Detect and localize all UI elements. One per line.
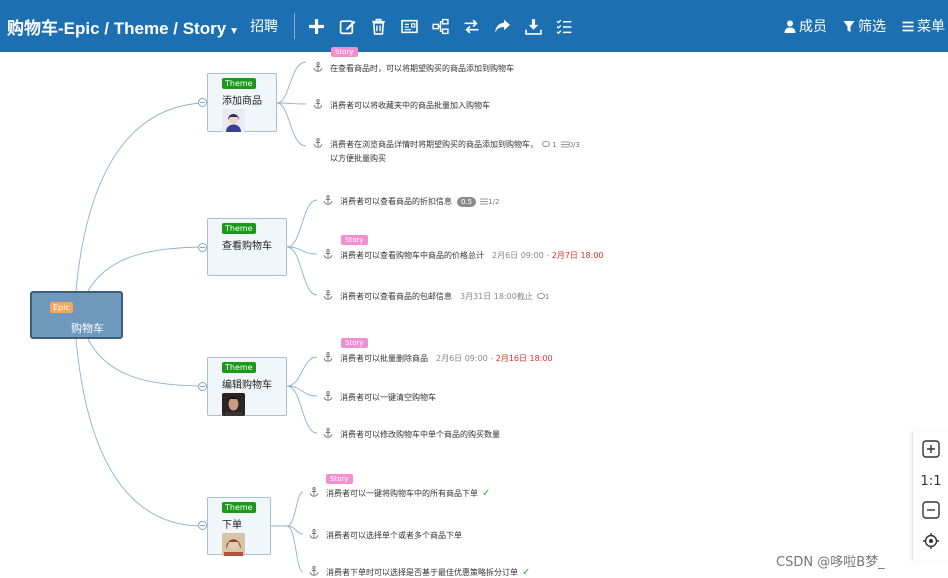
story-item[interactable]: 消费者可以查看商品的折扣信息 0.5 1/2: [323, 195, 499, 209]
story-item[interactable]: 消费者可以将收藏夹中的商品批量加入购物车: [313, 99, 490, 112]
zoom-controls: 1:1: [912, 431, 948, 561]
comment-count: 1: [542, 141, 557, 149]
collapse-toggle[interactable]: [198, 382, 207, 391]
top-toolbar: 购物车-Epic / Theme / Story ▼ 招聘 成员 筛选 菜单: [0, 0, 948, 52]
menu-button[interactable]: 菜单: [902, 16, 945, 36]
anchor-icon: [323, 249, 333, 259]
right-menu: 成员 筛选 菜单: [784, 0, 948, 52]
story-item[interactable]: 消费者可以一键清空购物车: [323, 391, 436, 404]
story-item[interactable]: 消费者下单时可以选择是否基于最佳优惠策略拆分订单 ✓: [309, 566, 530, 578]
anchor-icon: [313, 99, 323, 109]
zoom-in-icon[interactable]: [921, 439, 941, 459]
members-button[interactable]: 成员: [784, 16, 827, 36]
date-range: 2月6日 09:00 - 2月7日 18:00: [492, 251, 604, 260]
avatar[interactable]: [222, 109, 245, 132]
story-item[interactable]: 消费者可以查看商品的包邮信息 3月31日 18:00截止 1: [323, 290, 549, 304]
theme-node[interactable]: Theme 编辑购物车: [207, 357, 287, 416]
zoom-reset-button[interactable]: 1:1: [921, 471, 942, 491]
theme-label: 编辑购物车: [222, 380, 272, 391]
theme-tag: Theme: [222, 362, 256, 373]
avatar[interactable]: [222, 533, 245, 556]
story-item[interactable]: 消费者可以修改购物车中单个商品的购买数量: [323, 428, 500, 441]
story-item[interactable]: 消费者可以一键将购物车中的所有商品下单 ✓: [309, 487, 490, 500]
filter-button[interactable]: 筛选: [843, 16, 886, 36]
comment-count: 1: [536, 293, 549, 301]
done-check-icon: ✓: [522, 567, 531, 578]
comment-icon: [536, 293, 545, 299]
edit-icon[interactable]: [332, 11, 363, 41]
theme-label: 查看购物车: [222, 241, 272, 252]
story-tag: Story: [326, 474, 353, 484]
checklist-icon[interactable]: [549, 11, 580, 41]
watermark: CSDN @哆啦B梦_: [776, 555, 885, 570]
theme-node[interactable]: Theme 添加商品: [207, 73, 277, 132]
anchor-icon: [323, 391, 333, 401]
anchor-icon: [309, 487, 319, 497]
theme-label: 添加商品: [222, 96, 262, 107]
epic-tag: Epic: [50, 302, 73, 313]
anchor-icon: [309, 529, 319, 539]
board-title[interactable]: 购物车-Epic / Theme / Story ▼: [7, 14, 239, 39]
done-check-icon: ✓: [482, 488, 491, 499]
locate-center-icon[interactable]: [921, 531, 941, 551]
theme-label: 下单: [222, 520, 242, 531]
list-icon: [480, 198, 489, 205]
hire-link[interactable]: 招聘: [250, 16, 278, 36]
anchor-icon: [323, 290, 333, 300]
tool-group: [301, 11, 580, 41]
story-item[interactable]: 在查看商品时，可以将期望购买的商品添加到购物车: [313, 62, 514, 75]
epic-node[interactable]: Epic 购物车: [30, 291, 123, 339]
comment-icon: [542, 141, 550, 147]
checklist-count: 1/2: [480, 198, 499, 206]
filter-icon: [843, 20, 855, 32]
story-tag: Story: [341, 338, 368, 348]
theme-tag: Theme: [222, 502, 256, 513]
story-item[interactable]: 消费者可以查看购物车中商品的价格总计 2月6日 09:00 - 2月7日 18:0…: [323, 249, 604, 262]
zoom-out-icon[interactable]: [921, 500, 941, 520]
anchor-icon: [313, 62, 323, 72]
hamburger-icon: [902, 21, 914, 31]
story-tag: Story: [341, 235, 368, 245]
anchor-icon: [313, 138, 323, 148]
collapse-toggle[interactable]: [198, 521, 207, 530]
card-view-icon[interactable]: [394, 11, 425, 41]
collapse-toggle[interactable]: [198, 243, 207, 252]
checklist-count: 0/3: [560, 141, 580, 149]
story-item[interactable]: 消费者可以选择单个或者多个商品下单: [309, 529, 462, 542]
app-window: 购物车-Epic / Theme / Story ▼ 招聘 成员 筛选 菜单 E…: [0, 0, 948, 578]
date-range: 2月6日 09:00 - 2月16日 18:00: [436, 354, 553, 363]
anchor-icon: [323, 428, 333, 438]
story-tag: Story: [331, 47, 358, 57]
mindmap-canvas[interactable]: Epic 购物车 Theme 添加商品 Theme 查看购物车 Theme 编辑…: [0, 47, 948, 578]
epic-label: 购物车: [71, 322, 104, 335]
anchor-icon: [323, 352, 333, 362]
theme-tag: Theme: [222, 78, 256, 89]
list-icon: [560, 141, 569, 148]
collapse-toggle[interactable]: [198, 98, 207, 107]
story-points-badge: 0.5: [457, 197, 477, 207]
story-item[interactable]: 消费者在浏览商品详情时将期望购买的商品添加到购物车， 1 0/3 以方便批量购买: [313, 138, 580, 165]
download-icon[interactable]: [518, 11, 549, 41]
theme-node[interactable]: Theme 查看购物车: [207, 218, 287, 276]
add-icon[interactable]: [301, 11, 332, 41]
avatar[interactable]: [222, 393, 245, 416]
story-item[interactable]: 消费者可以批量删除商品 2月6日 09:00 - 2月16日 18:00: [323, 352, 553, 365]
anchor-icon: [323, 195, 333, 205]
trash-icon[interactable]: [363, 11, 394, 41]
deadline: 3月31日 18:00截止: [460, 292, 533, 301]
user-icon: [784, 20, 796, 33]
chevron-down-icon[interactable]: ▼: [229, 26, 239, 37]
theme-node[interactable]: Theme 下单: [207, 497, 271, 556]
theme-tag: Theme: [222, 223, 256, 234]
share-icon[interactable]: [487, 11, 518, 41]
swap-icon[interactable]: [456, 11, 487, 41]
anchor-icon: [309, 566, 319, 576]
toolbar-divider: [294, 13, 296, 39]
mindmap-icon[interactable]: [425, 11, 456, 41]
